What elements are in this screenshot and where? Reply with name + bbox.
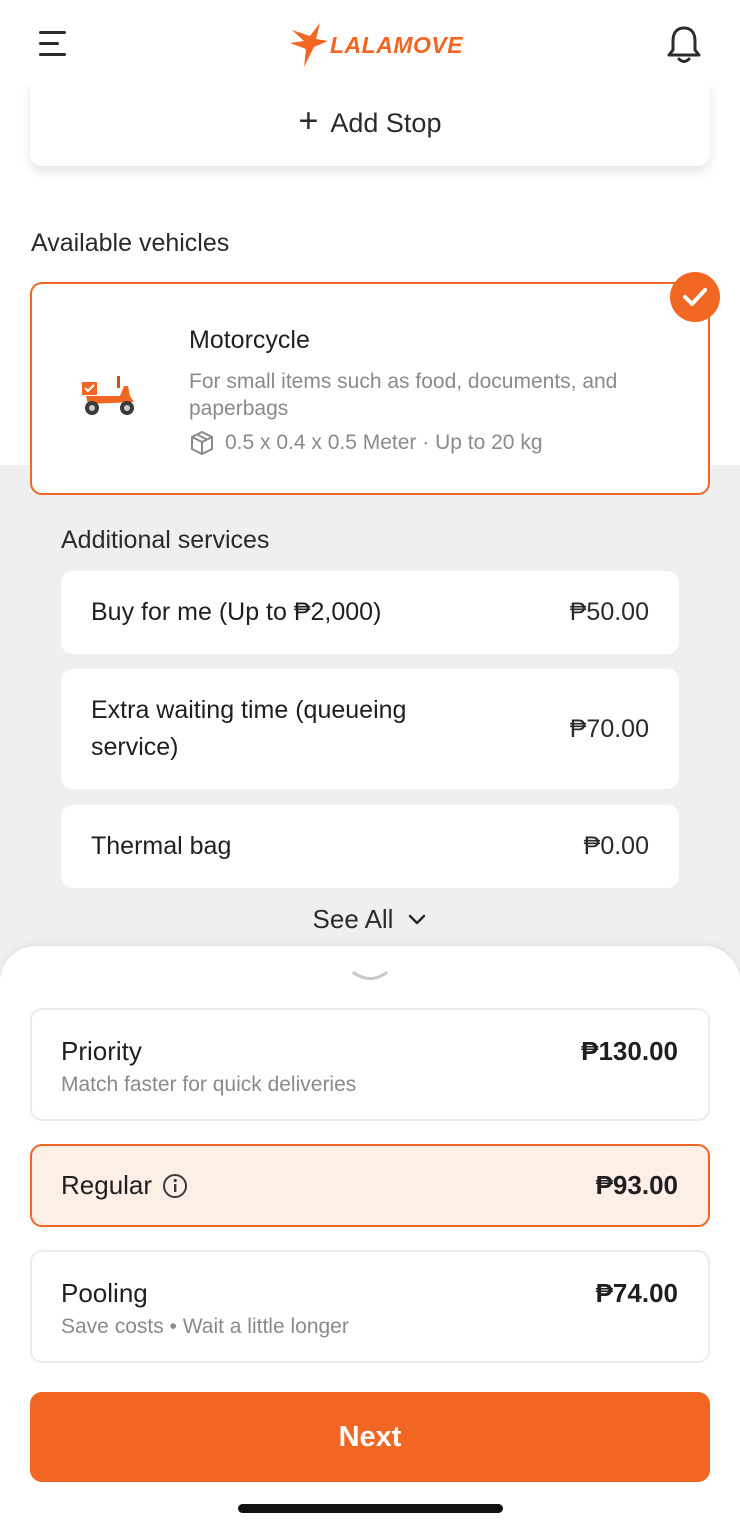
vehicle-spec: 0.5 x 0.4 x 0.5 Meter · Up to 20 kg xyxy=(189,430,543,456)
app-header: LALAMOVE xyxy=(0,0,740,86)
screen: LALAMOVE + Add Stop Available vehicles M… xyxy=(0,0,740,1529)
available-vehicles-heading: Available vehicles xyxy=(31,229,230,257)
vehicle-spec-text: 0.5 x 0.4 x 0.5 Meter · Up to 20 kg xyxy=(225,431,543,454)
home-indicator xyxy=(238,1504,503,1513)
option-subtitle: Match faster for quick deliveries xyxy=(61,1073,357,1096)
option-title: Priority xyxy=(61,1036,142,1066)
service-price: ₱70.00 xyxy=(569,714,649,743)
service-thermal-bag[interactable]: Thermal bag ₱0.00 xyxy=(61,805,679,888)
plus-icon: + xyxy=(298,102,319,140)
hamburger-menu-icon[interactable] xyxy=(36,26,70,62)
next-button[interactable]: Next xyxy=(30,1392,710,1482)
see-all-button[interactable]: See All xyxy=(0,904,740,935)
checkmark-icon xyxy=(670,272,720,322)
vehicle-card-motorcycle[interactable]: Motorcycle For small items such as food,… xyxy=(30,282,710,495)
option-regular[interactable]: Regular ₱93.00 xyxy=(30,1144,710,1227)
collapse-chevron-icon[interactable] xyxy=(350,968,390,988)
option-price: ₱93.00 xyxy=(595,1170,678,1200)
option-title-row: Regular xyxy=(61,1170,188,1201)
option-title: Pooling xyxy=(61,1278,148,1308)
option-subtitle: Save costs • Wait a little longer xyxy=(61,1315,349,1338)
add-stop-label: Add Stop xyxy=(330,107,442,138)
option-price: ₱74.00 xyxy=(595,1278,678,1308)
delivery-options-sheet: Priority Match faster for quick deliveri… xyxy=(0,946,740,1529)
service-label: Extra waiting time (queueing service) xyxy=(91,696,407,761)
motorcycle-icon xyxy=(80,372,140,420)
lalamove-logo: LALAMOVE xyxy=(288,20,463,70)
add-stop-button[interactable]: + Add Stop xyxy=(30,80,710,166)
info-icon[interactable] xyxy=(162,1173,188,1199)
see-all-label: See All xyxy=(312,904,394,934)
service-buy-for-me[interactable]: Buy for me (Up to ₱2,000) ₱50.00 xyxy=(61,571,679,654)
service-price: ₱0.00 xyxy=(583,832,649,860)
brand-name: LALAMOVE xyxy=(330,31,464,58)
bell-icon[interactable] xyxy=(664,24,704,66)
chevron-down-icon xyxy=(409,914,426,924)
service-label: Buy for me (Up to ₱2,000) xyxy=(91,598,382,626)
service-price: ₱50.00 xyxy=(569,598,649,626)
logo-bird-icon xyxy=(290,23,328,67)
option-priority[interactable]: Priority Match faster for quick deliveri… xyxy=(30,1008,710,1121)
additional-services-heading: Additional services xyxy=(61,526,270,554)
vehicle-description: For small items such as food, documents,… xyxy=(189,370,618,420)
option-price: ₱130.00 xyxy=(581,1036,678,1066)
box-icon xyxy=(191,431,213,455)
option-pooling[interactable]: Pooling Save costs • Wait a little longe… xyxy=(30,1250,710,1363)
option-title: Regular xyxy=(61,1170,153,1200)
vehicle-name: Motorcycle xyxy=(189,326,310,354)
service-label: Thermal bag xyxy=(91,832,232,860)
service-extra-waiting-time[interactable]: Extra waiting time (queueing service) ₱7… xyxy=(61,669,679,789)
